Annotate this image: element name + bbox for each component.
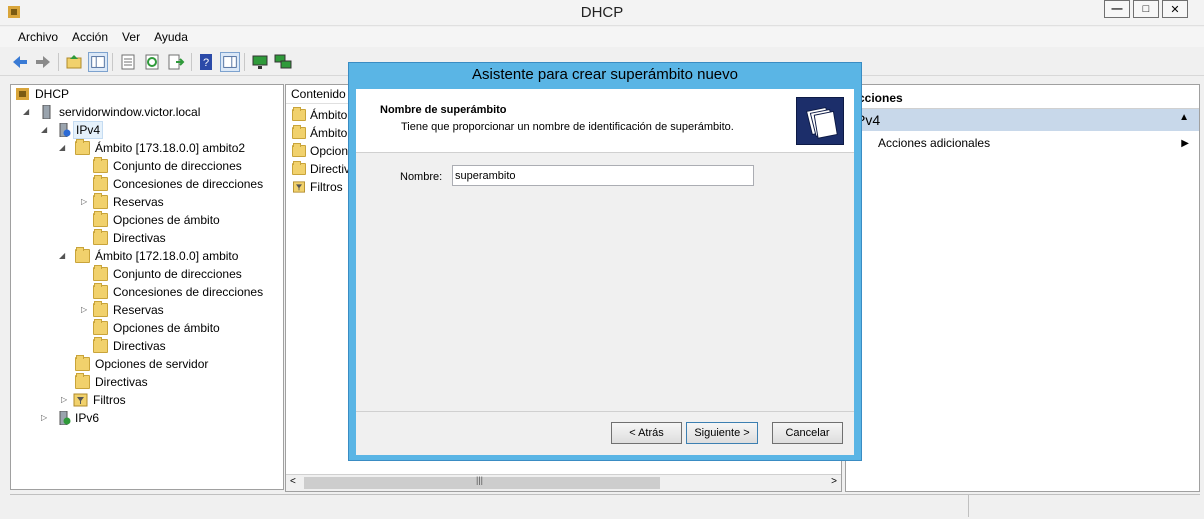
collapse-arrow-icon[interactable]: ◢ (59, 139, 69, 157)
collapse-arrow-icon[interactable]: ◢ (23, 103, 33, 121)
folder-icon (93, 229, 108, 245)
name-field-label: Nombre: (400, 171, 443, 183)
collapse-arrow-icon[interactable]: ◢ (59, 247, 69, 265)
scope-folder-icon (292, 107, 306, 121)
folder-icon (292, 143, 306, 157)
up-folder-icon[interactable] (64, 52, 84, 72)
wizard-heading: Nombre de superámbito (380, 104, 507, 116)
dialog-body: Nombre de superámbito Tiene que proporci… (356, 89, 854, 455)
folder-icon (75, 355, 90, 371)
properties-icon[interactable] (118, 52, 138, 72)
folder-icon (75, 373, 90, 389)
help-icon[interactable]: ? (196, 52, 216, 72)
filter-icon (293, 181, 305, 193)
grip-icon: ||| (476, 475, 484, 485)
reservations-folder-icon (93, 301, 108, 317)
scope-folder-icon (75, 139, 90, 155)
export-icon[interactable] (166, 52, 186, 72)
actions-header: cciones (846, 87, 1199, 109)
actions-pane: cciones Pv4 ▲ Acciones adicionales ▶ (845, 84, 1200, 492)
show-action-pane-icon[interactable] (220, 52, 240, 72)
ipv4-server-icon (59, 123, 71, 137)
folder-icon (93, 211, 108, 227)
maximize-icon[interactable]: □ (1133, 0, 1159, 18)
folder-clock-icon (93, 175, 108, 191)
collapse-up-icon[interactable]: ▲ (1179, 112, 1189, 123)
dialog-divider (356, 411, 854, 412)
scrollbar-thumb[interactable]: ||| (304, 475, 660, 489)
horizontal-scrollbar[interactable]: < ||| > (286, 474, 841, 491)
more-actions-link[interactable]: Acciones adicionales (878, 136, 990, 150)
show-tree-icon[interactable] (88, 52, 108, 72)
svg-text:?: ? (203, 57, 209, 69)
scroll-right-icon[interactable]: > (831, 476, 837, 487)
minimize-icon[interactable]: — (1104, 0, 1130, 18)
menu-ayuda[interactable]: Ayuda (147, 27, 195, 44)
network-icon[interactable] (273, 52, 293, 72)
expand-arrow-icon[interactable]: ▷ (81, 301, 91, 319)
folder-clock-icon (93, 283, 108, 299)
server-icon (42, 105, 51, 119)
folder-icon (93, 337, 108, 353)
status-bar (10, 494, 1200, 517)
menu-accion[interactable]: Acción (65, 27, 115, 44)
expand-arrow-icon[interactable]: ▷ (81, 193, 91, 211)
forward-arrow-icon[interactable] (33, 52, 53, 72)
next-button[interactable]: Siguiente > (686, 422, 758, 444)
monitor-icon[interactable] (250, 52, 270, 72)
scope-folder-icon (292, 125, 306, 139)
scope-folder-icon (75, 247, 90, 263)
collapse-arrow-icon[interactable]: ◢ (41, 121, 51, 139)
folder-icon (93, 265, 108, 281)
expand-arrow-icon[interactable]: ▷ (61, 391, 71, 409)
scroll-left-icon[interactable]: < (290, 476, 296, 487)
menu-ver[interactable]: Ver (115, 27, 147, 44)
folder-icon (292, 161, 306, 175)
actions-group-ipv4[interactable]: Pv4 ▲ (846, 109, 1199, 131)
wizard-subheading: Tiene que proporcionar un nombre de iden… (401, 121, 734, 133)
submenu-arrow-icon[interactable]: ▶ (1181, 138, 1189, 149)
title-bar: DHCP — □ ✕ (0, 0, 1204, 26)
ipv6-server-icon (59, 411, 71, 425)
filter-icon (73, 393, 88, 407)
refresh-icon[interactable] (142, 52, 162, 72)
reservations-folder-icon (93, 193, 108, 209)
folder-icon (93, 319, 108, 335)
menu-bar: Archivo Acción Ver Ayuda (0, 27, 1204, 47)
cancel-button[interactable]: Cancelar (772, 422, 843, 444)
menu-archivo[interactable]: Archivo (11, 27, 65, 44)
new-superscope-wizard-dialog: Asistente para crear superámbito nuevo N… (348, 62, 862, 461)
close-icon[interactable]: ✕ (1162, 0, 1188, 18)
dhcp-icon (16, 88, 29, 100)
console-tree[interactable]: DHCP ◢ servidorwindow.victor.local ◢ IPv… (10, 84, 284, 490)
window-title: DHCP (580, 4, 624, 21)
expand-arrow-icon[interactable]: ▷ (41, 409, 51, 427)
back-arrow-icon[interactable] (10, 52, 30, 72)
back-button[interactable]: < Atrás (611, 422, 682, 444)
wizard-folders-icon (796, 97, 844, 145)
superscope-name-input[interactable] (452, 165, 754, 186)
folder-icon (93, 157, 108, 173)
dialog-title: Asistente para crear superámbito nuevo (472, 66, 738, 83)
wizard-header: Nombre de superámbito Tiene que proporci… (356, 89, 854, 153)
